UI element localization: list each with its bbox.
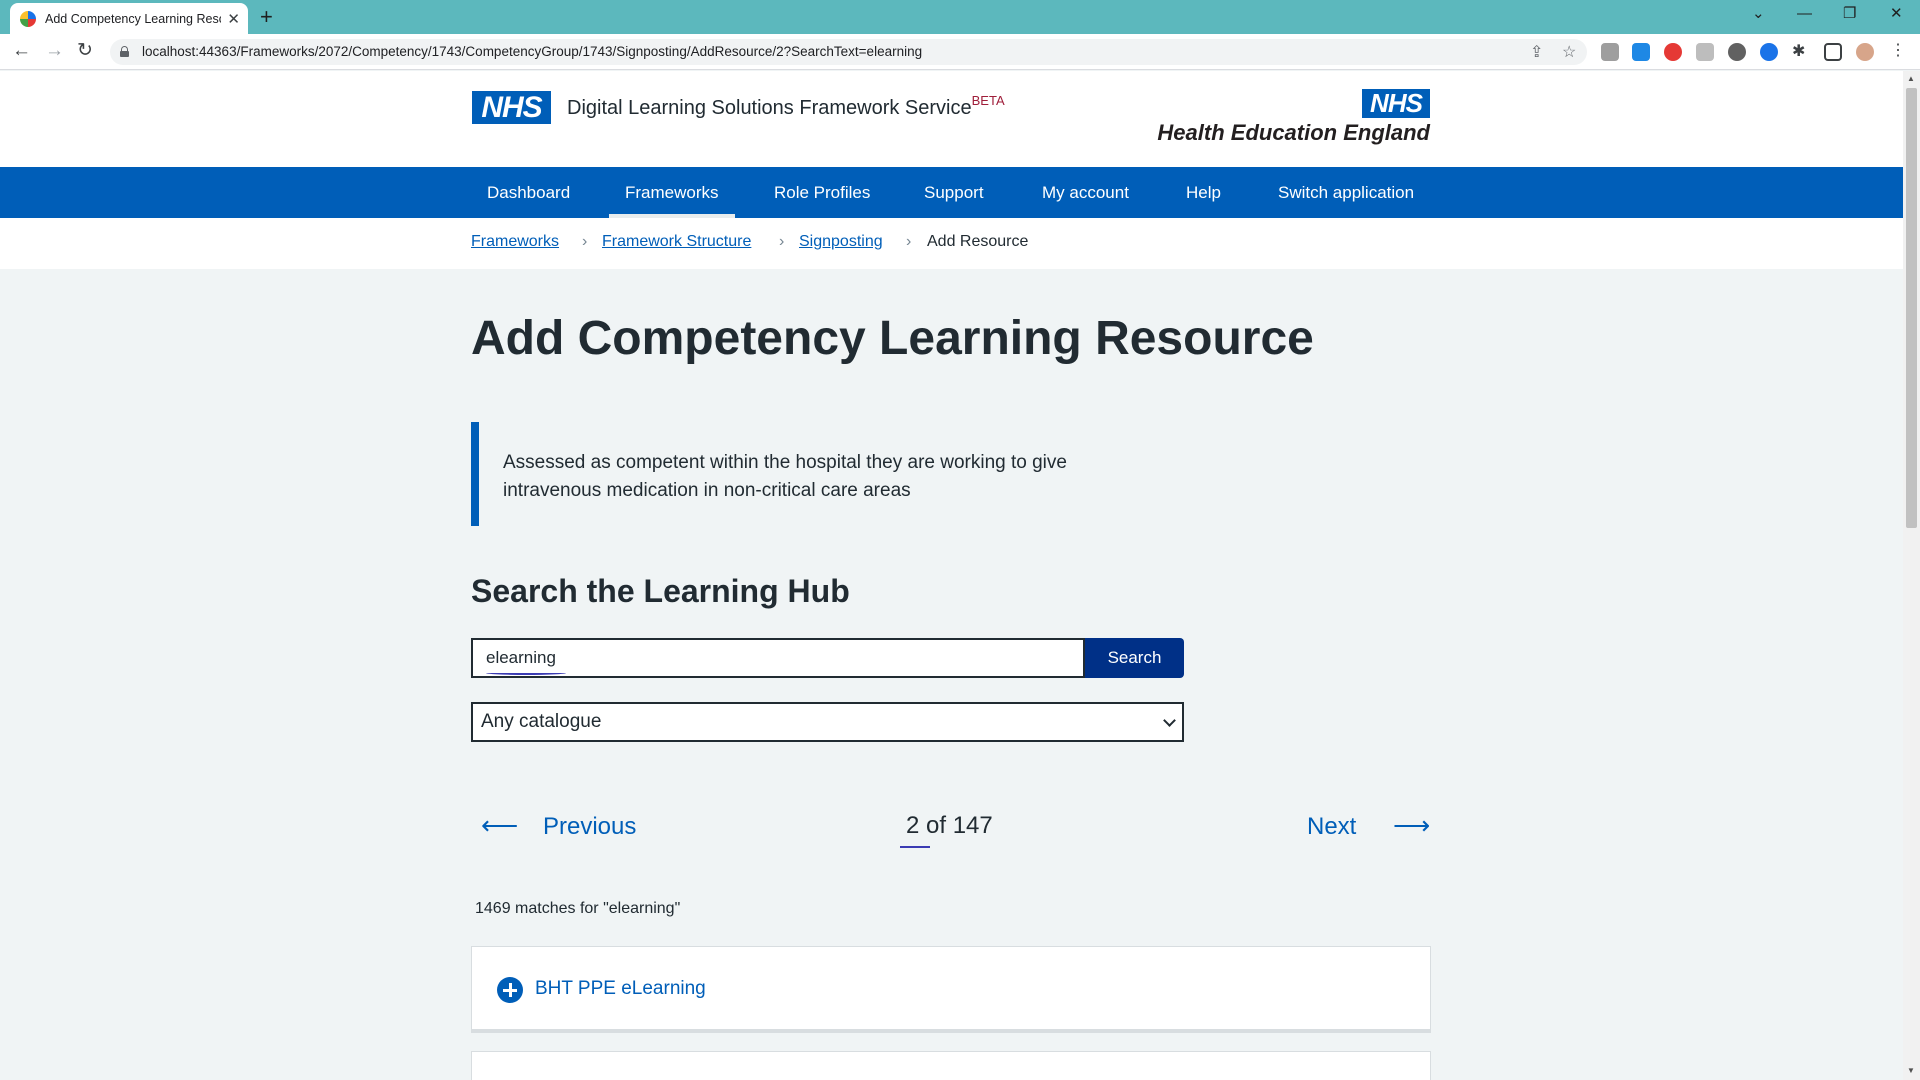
wordpress-icon[interactable]	[1728, 43, 1746, 61]
pagination: ⟵ Previous 2 of 147 Next ⟶	[471, 808, 1431, 848]
spellcheck-underline	[486, 671, 566, 675]
chevron-right-icon: ›	[906, 233, 912, 250]
page-info: 2 of 147	[906, 812, 993, 839]
vertical-scrollbar[interactable]: ▲ ▼	[1903, 71, 1920, 1080]
forward-arrow-icon[interactable]: →	[45, 40, 64, 62]
breadcrumb-current: Add Resource	[927, 233, 1029, 250]
arrow-left-icon[interactable]: ⟵	[481, 810, 518, 841]
match-summary: 1469 matches for "elearning"	[475, 900, 681, 917]
competency-description: Assessed as competent within the hospita…	[503, 452, 1067, 501]
more-menu-icon[interactable]: ⋮	[1890, 40, 1908, 59]
page-viewport: NHS Digital Learning Solutions Framework…	[0, 71, 1903, 1080]
nav-dashboard[interactable]: Dashboard	[487, 167, 570, 218]
service-name-text: Digital Learning Solutions Framework Ser…	[567, 97, 972, 119]
back-arrow-icon[interactable]: ←	[12, 40, 31, 62]
search-input[interactable]: elearning	[471, 638, 1085, 678]
site-favicon-icon	[20, 10, 36, 27]
nhs-logo[interactable]: NHS	[472, 91, 551, 124]
scrollbar-thumb[interactable]	[1906, 88, 1917, 528]
side-panel-icon[interactable]	[1824, 43, 1842, 61]
address-bar[interactable]: localhost:44363/Frameworks/2072/Competen…	[110, 39, 1587, 65]
browser-tabstrip: Add Competency Learning Resou ✕ + ⌄ — ❐ …	[0, 0, 1920, 34]
result-card	[471, 1051, 1431, 1080]
minimize-button[interactable]: —	[1797, 4, 1812, 24]
extension-icon[interactable]	[1696, 43, 1714, 61]
search-button[interactable]: Search	[1085, 638, 1184, 678]
nav-my-account[interactable]: My account	[1042, 167, 1129, 218]
url-text[interactable]: localhost:44363/Frameworks/2072/Competen…	[142, 44, 922, 59]
tab-title: Add Competency Learning Resou	[45, 11, 221, 26]
arrow-right-icon[interactable]: ⟶	[1393, 810, 1430, 841]
site-header: NHS Digital Learning Solutions Framework…	[0, 71, 1903, 167]
extension-icon[interactable]	[1760, 43, 1778, 61]
breadcrumb-signposting[interactable]: Signposting	[799, 233, 883, 251]
nav-switch-application[interactable]: Switch application	[1278, 167, 1414, 218]
nav-role-profiles[interactable]: Role Profiles	[774, 167, 870, 218]
nav-frameworks[interactable]: Frameworks	[609, 167, 734, 218]
lock-icon[interactable]	[120, 46, 129, 57]
chevron-right-icon: ›	[582, 233, 588, 250]
page-title: Add Competency Learning Resource	[471, 312, 1314, 365]
plus-circle-icon[interactable]	[497, 977, 523, 1003]
service-name[interactable]: Digital Learning Solutions Framework Ser…	[567, 93, 1005, 120]
reload-icon[interactable]: ↻	[77, 40, 93, 62]
tab-search-icon[interactable]: ⌄	[1752, 4, 1765, 24]
maximize-button[interactable]: ❐	[1843, 4, 1856, 24]
nav-help[interactable]: Help	[1186, 167, 1221, 218]
share-icon[interactable]: ⇪	[1530, 42, 1543, 62]
breadcrumb: Frameworks › Framework Structure › Signp…	[0, 218, 1903, 269]
nav-support[interactable]: Support	[924, 167, 984, 218]
result-card: BHT PPE eLearning	[471, 946, 1431, 1033]
tab-close-icon[interactable]: ✕	[227, 10, 240, 28]
beta-tag: BETA	[971, 93, 1005, 108]
breadcrumb-framework-structure[interactable]: Framework Structure	[602, 233, 751, 251]
next-page-link[interactable]: Next	[1307, 813, 1356, 841]
bookmark-star-icon[interactable]: ☆	[1562, 42, 1576, 62]
extension-icon[interactable]	[1664, 43, 1682, 61]
close-window-button[interactable]: ✕	[1890, 4, 1903, 24]
profile-avatar[interactable]	[1856, 43, 1874, 61]
puzzle-icon[interactable]: ✱	[1792, 41, 1810, 60]
catalogue-selected-value[interactable]: Any catalogue	[481, 711, 601, 733]
extension-icon[interactable]	[1601, 43, 1619, 61]
chevron-down-icon[interactable]	[1163, 714, 1176, 727]
extension-icon[interactable]	[1632, 43, 1650, 61]
result-title-link[interactable]: BHT PPE eLearning	[535, 978, 706, 1000]
search-input-value[interactable]: elearning	[486, 648, 556, 668]
breadcrumb-frameworks[interactable]: Frameworks	[471, 233, 559, 251]
browser-toolbar: ← → ↻ localhost:44363/Frameworks/2072/Co…	[0, 34, 1920, 70]
previous-page-link[interactable]: Previous	[543, 813, 636, 841]
partner-name: Health Education England	[1157, 120, 1430, 145]
scroll-down-arrow-icon[interactable]: ▼	[1907, 1066, 1915, 1075]
partner-nhs-logo: NHS	[1362, 89, 1430, 118]
browser-tab[interactable]: Add Competency Learning Resou ✕	[10, 3, 248, 34]
new-tab-button[interactable]: +	[260, 4, 273, 30]
scroll-up-arrow-icon[interactable]: ▲	[1907, 74, 1915, 83]
search-heading: Search the Learning Hub	[471, 573, 850, 609]
chevron-right-icon: ›	[779, 233, 785, 250]
main-navigation: Dashboard Frameworks Role Profiles Suppo…	[0, 167, 1903, 218]
competency-inset: Assessed as competent within the hospita…	[471, 422, 1171, 526]
spellcheck-underline	[900, 846, 930, 848]
catalogue-select[interactable]: Any catalogue	[471, 702, 1184, 742]
